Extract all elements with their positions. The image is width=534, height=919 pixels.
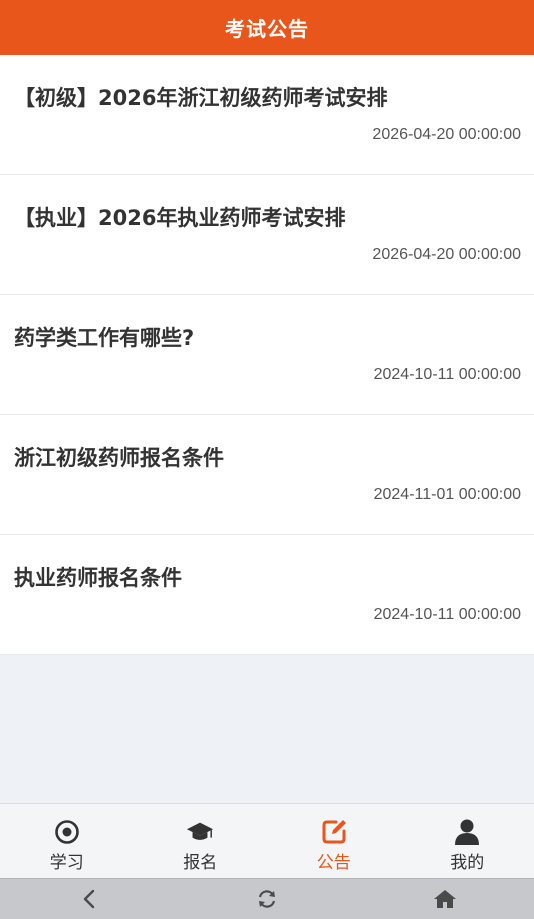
notice-item[interactable]: 【初级】2026年浙江初级药师考试安排 2026-04-20 00:00:00 — [0, 55, 534, 175]
tab-register[interactable]: 报名 — [134, 804, 268, 879]
notice-item[interactable]: 【执业】2026年执业药师考试安排 2026-04-20 00:00:00 — [0, 175, 534, 295]
tab-label: 学习 — [50, 848, 84, 873]
graduation-cap-icon — [186, 818, 214, 846]
tab-study[interactable]: 学习 — [0, 804, 134, 879]
notice-date: 2024-11-01 00:00:00 — [374, 486, 521, 504]
notice-date: 2026-04-20 00:00:00 — [372, 246, 521, 264]
tab-label: 我的 — [450, 848, 484, 873]
edit-icon — [320, 818, 348, 846]
notice-title: 【执业】2026年执业药师考试安排 — [14, 202, 520, 232]
notice-title: 【初级】2026年浙江初级药师考试安排 — [14, 82, 520, 112]
notice-date: 2026-04-20 00:00:00 — [372, 126, 521, 144]
notice-title: 执业药师报名条件 — [14, 562, 520, 592]
notice-item[interactable]: 执业药师报名条件 2024-10-11 00:00:00 — [0, 535, 534, 655]
home-icon[interactable] — [415, 879, 475, 919]
refresh-icon[interactable] — [237, 879, 297, 919]
notice-date: 2024-10-11 00:00:00 — [374, 366, 521, 384]
bottom-tab-bar: 学习 报名 公告 我的 — [0, 803, 534, 879]
user-icon — [453, 818, 481, 846]
notice-list: 【初级】2026年浙江初级药师考试安排 2026-04-20 00:00:00 … — [0, 55, 534, 655]
system-nav-bar — [0, 878, 534, 919]
tab-label: 报名 — [183, 848, 217, 873]
notice-title: 浙江初级药师报名条件 — [14, 442, 520, 472]
tab-label: 公告 — [317, 848, 351, 873]
notice-item[interactable]: 药学类工作有哪些? 2024-10-11 00:00:00 — [0, 295, 534, 415]
page-title: 考试公告 — [225, 13, 309, 42]
target-icon — [53, 818, 81, 846]
top-bar: 考试公告 — [0, 0, 534, 55]
notice-item[interactable]: 浙江初级药师报名条件 2024-11-01 00:00:00 — [0, 415, 534, 535]
back-icon[interactable] — [59, 879, 119, 919]
notice-title: 药学类工作有哪些? — [14, 322, 520, 352]
notice-date: 2024-10-11 00:00:00 — [374, 606, 521, 624]
tab-notice[interactable]: 公告 — [267, 804, 401, 879]
tab-mine[interactable]: 我的 — [401, 804, 534, 879]
